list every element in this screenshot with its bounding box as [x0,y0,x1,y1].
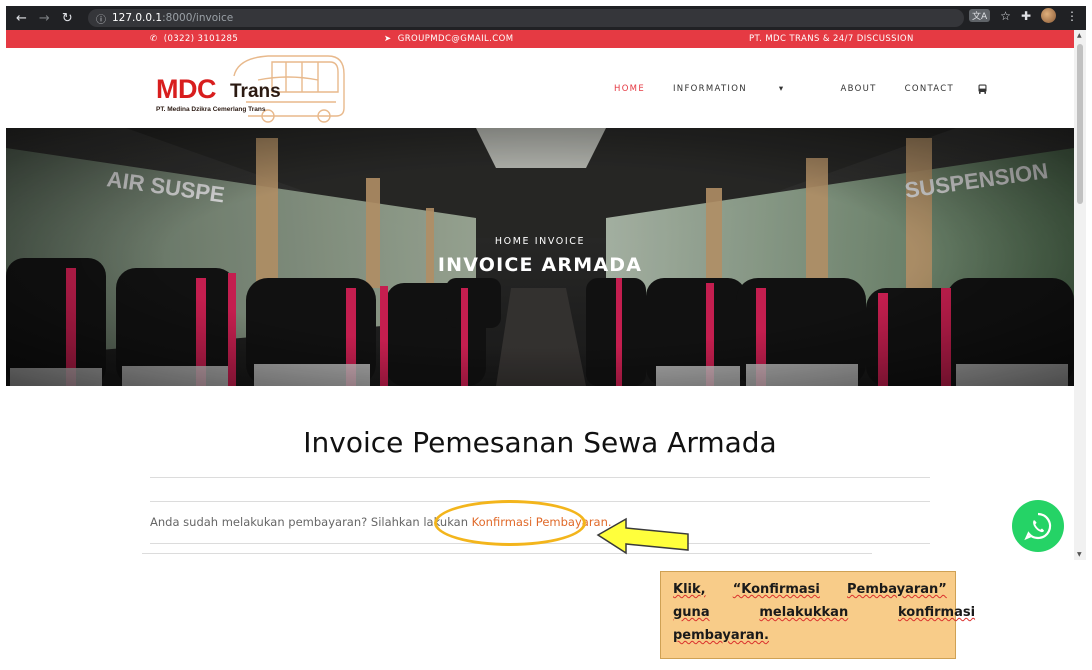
note-word: Pembayaran” [847,582,947,597]
main-nav: HOME INFORMATION ▾ ABOUT CONTACT [614,84,1015,97]
highlight-ellipse [434,500,586,546]
note-word: melakukkan [759,605,849,620]
divider [142,553,872,554]
logo-brand: MDC [156,74,217,104]
page-scrollbar[interactable]: ▲ ▼ [1074,30,1086,560]
site-logo[interactable]: MDC Trans PT. Medina Dzikra Cemerlang Tr… [154,52,354,126]
nav-home[interactable]: HOME [614,84,645,97]
breadcrumb: HOME INVOICE [494,236,586,247]
notice-text: Anda sudah melakukan pembayaran? Silahka… [150,515,472,529]
star-icon[interactable]: ☆ [1000,9,1011,23]
divider [150,477,930,478]
browser-actions: 文A ☆ ✚ ⋮ [969,8,1078,23]
nav-contact[interactable]: CONTACT [905,84,954,97]
profile-avatar[interactable] [1041,8,1056,23]
logo-brand-suffix: Trans [230,81,281,102]
top-phone[interactable]: ✆ (0322) 3101285 [150,34,238,44]
logo-company-name: PT. Medina Dzikra Cemerlang Trans [156,106,266,113]
hero-title: INVOICE ARMADA [437,254,643,276]
site-header: MDC Trans PT. Medina Dzikra Cemerlang Tr… [6,48,1074,128]
info-icon[interactable]: ⓘ [96,11,106,26]
reload-icon[interactable]: ↻ [62,11,73,26]
back-icon[interactable]: ← [16,11,27,26]
email-address: GROUPMDC@GMAIL.COM [397,34,514,44]
address-bar[interactable]: ⓘ 127.0.0.1:8000/invoice [88,9,964,27]
note-word: konfirmasi [898,605,976,620]
scroll-up-icon[interactable]: ▲ [1077,32,1082,39]
nav-information[interactable]: INFORMATION ▾ [673,84,812,97]
top-tagline: PT. MDC TRANS & 24/7 DISCUSSION [749,34,914,44]
url-host: 127.0.0.1 [112,12,163,24]
caret-down-icon: ▾ [778,84,785,94]
whatsapp-icon [1024,512,1052,541]
scroll-down-icon[interactable]: ▼ [1077,551,1082,558]
nav-information-label: INFORMATION [673,84,747,94]
phone-number: (0322) 3101285 [163,34,239,44]
browser-toolbar: ← → ↻ ⓘ 127.0.0.1:8000/invoice 文A ☆ ✚ ⋮ [6,6,1086,30]
note-word: “Konfirmasi [732,582,820,597]
phone-icon: ✆ [150,34,158,44]
whatsapp-button[interactable] [1012,500,1064,552]
note-word: guna [673,605,710,620]
translate-icon[interactable]: 文A [969,9,991,22]
send-icon: ➤ [384,34,392,44]
url-path: :8000/invoice [162,12,234,24]
forward-icon[interactable]: → [39,11,50,26]
scrollbar-thumb[interactable] [1077,44,1083,204]
bus-icon[interactable] [978,84,987,97]
page-title: Invoice Pemesanan Sewa Armada [303,426,777,459]
nav-about[interactable]: ABOUT [840,84,876,97]
extensions-icon[interactable]: ✚ [1021,9,1031,23]
pointer-arrow-icon [596,517,689,555]
note-word: pembayaran. [673,628,769,643]
browser-nav: ← → ↻ [6,11,86,26]
hero-banner: AIR SUSPE SUSPENSION HOME INVOICE INVOIC… [6,128,1074,386]
instruction-note: Klik, “Konfirmasi Pembayaran” guna melak… [660,571,975,659]
top-info-bar: ✆ (0322) 3101285 ➤ GROUPMDC@GMAIL.COM PT… [6,30,1074,48]
menu-kebab-icon[interactable]: ⋮ [1066,9,1078,23]
note-word: Klik, [673,582,706,597]
top-email[interactable]: ➤ GROUPMDC@GMAIL.COM [384,34,513,44]
